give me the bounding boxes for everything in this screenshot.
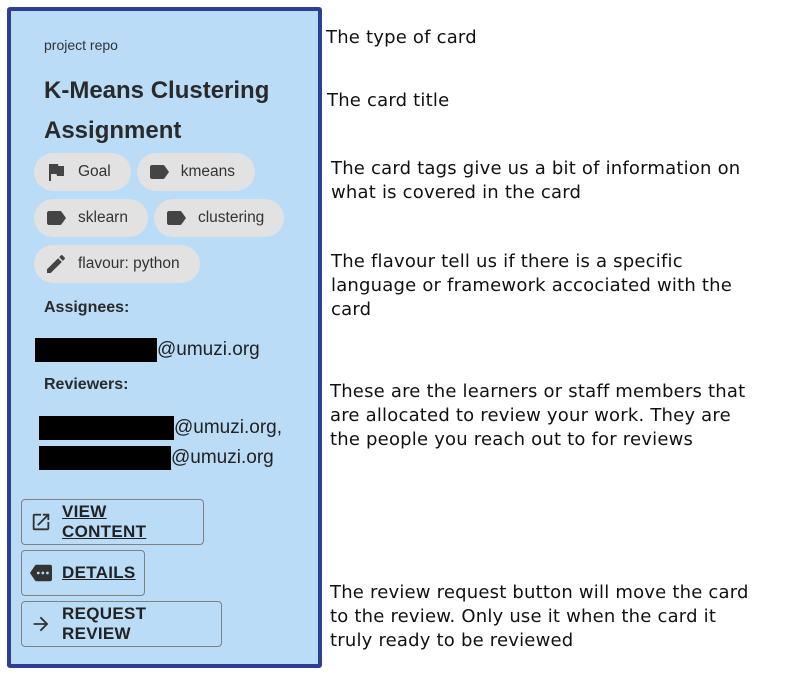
tag-label: flavour: python xyxy=(78,255,180,272)
annotation-tags: The card tags give us a bit of informati… xyxy=(331,157,740,205)
annotation-line: to the review. Only use it when the card… xyxy=(330,606,717,627)
tag-label: sklearn xyxy=(78,209,128,226)
annotation-line: The flavour tell us if there is a specif… xyxy=(331,251,683,272)
annotation-line: card xyxy=(331,299,372,320)
reviewer-email: @umuzi.org, xyxy=(39,416,282,440)
pencil-icon xyxy=(44,252,68,276)
request-review-label: REQUEST REVIEW xyxy=(62,604,147,643)
annotation-review-button: The review request button will move the … xyxy=(330,581,749,653)
reviewer-email: @umuzi.org xyxy=(39,446,274,470)
label-icon xyxy=(147,160,171,184)
tag-chip-kmeans: kmeans xyxy=(136,153,256,191)
tag-chip-clustering: clustering xyxy=(153,199,285,237)
card-title: K-Means Clustering Assignment xyxy=(44,77,270,144)
reviewer-email-domain: @umuzi.org xyxy=(171,447,274,468)
annotation-reviewers: These are the learners or staff members … xyxy=(330,380,745,452)
redacted-name xyxy=(39,416,174,440)
annotation-line: are allocated to review your work. They … xyxy=(330,405,731,426)
redacted-name xyxy=(35,338,157,362)
reviewers-label: Reviewers: xyxy=(44,376,129,393)
reviewer-email-domain: @umuzi.org, xyxy=(174,417,282,438)
tag-chip-goal: Goal xyxy=(34,153,131,191)
redacted-name xyxy=(39,446,171,470)
details-label: DETAILS xyxy=(62,563,136,582)
card-type: project repo xyxy=(44,37,118,53)
view-content-button[interactable]: VIEW CONTENT xyxy=(21,499,204,545)
tag-label: kmeans xyxy=(180,163,236,180)
request-review-button[interactable]: REQUEST REVIEW xyxy=(21,601,222,647)
open-in-new-icon xyxy=(30,511,52,533)
project-card: project repo K-Means Clustering Assignme… xyxy=(7,7,322,668)
view-content-label: VIEW CONTENT xyxy=(62,502,147,541)
assignee-email-domain: @umuzi.org xyxy=(157,339,260,360)
tag-list: Goal kmeans sklearn clustering flavour: … xyxy=(34,153,319,291)
annotation-title: The card title xyxy=(327,90,450,111)
annotation-type: The type of card xyxy=(326,27,477,48)
annotation-line: These are the learners or staff members … xyxy=(330,381,746,402)
tag-chip-sklearn: sklearn xyxy=(34,199,148,237)
annotation-line: truly ready to be reviewed xyxy=(330,630,574,651)
annotation-line: The review request button will move the … xyxy=(330,582,749,603)
label-icon xyxy=(164,206,188,230)
annotation-line: language or framework accociated with th… xyxy=(331,275,733,296)
annotation-line: the people you reach out to for reviews xyxy=(330,429,694,450)
more-label-icon xyxy=(30,562,52,584)
arrow-right-icon xyxy=(30,613,52,635)
details-button[interactable]: DETAILS xyxy=(21,550,145,596)
tag-chip-flavour: flavour: python xyxy=(34,245,200,283)
annotation-line: The card tags give us a bit of informati… xyxy=(331,158,741,179)
annotation-flavour: The flavour tell us if there is a specif… xyxy=(331,250,732,322)
tag-label: Goal xyxy=(78,163,111,180)
assignees-label: Assignees: xyxy=(44,299,130,316)
annotation-line: what is covered in the card xyxy=(331,182,582,203)
flag-icon xyxy=(44,160,68,184)
label-icon xyxy=(44,206,68,230)
assignee-email: @umuzi.org xyxy=(35,338,260,362)
tag-label: clustering xyxy=(197,209,265,226)
